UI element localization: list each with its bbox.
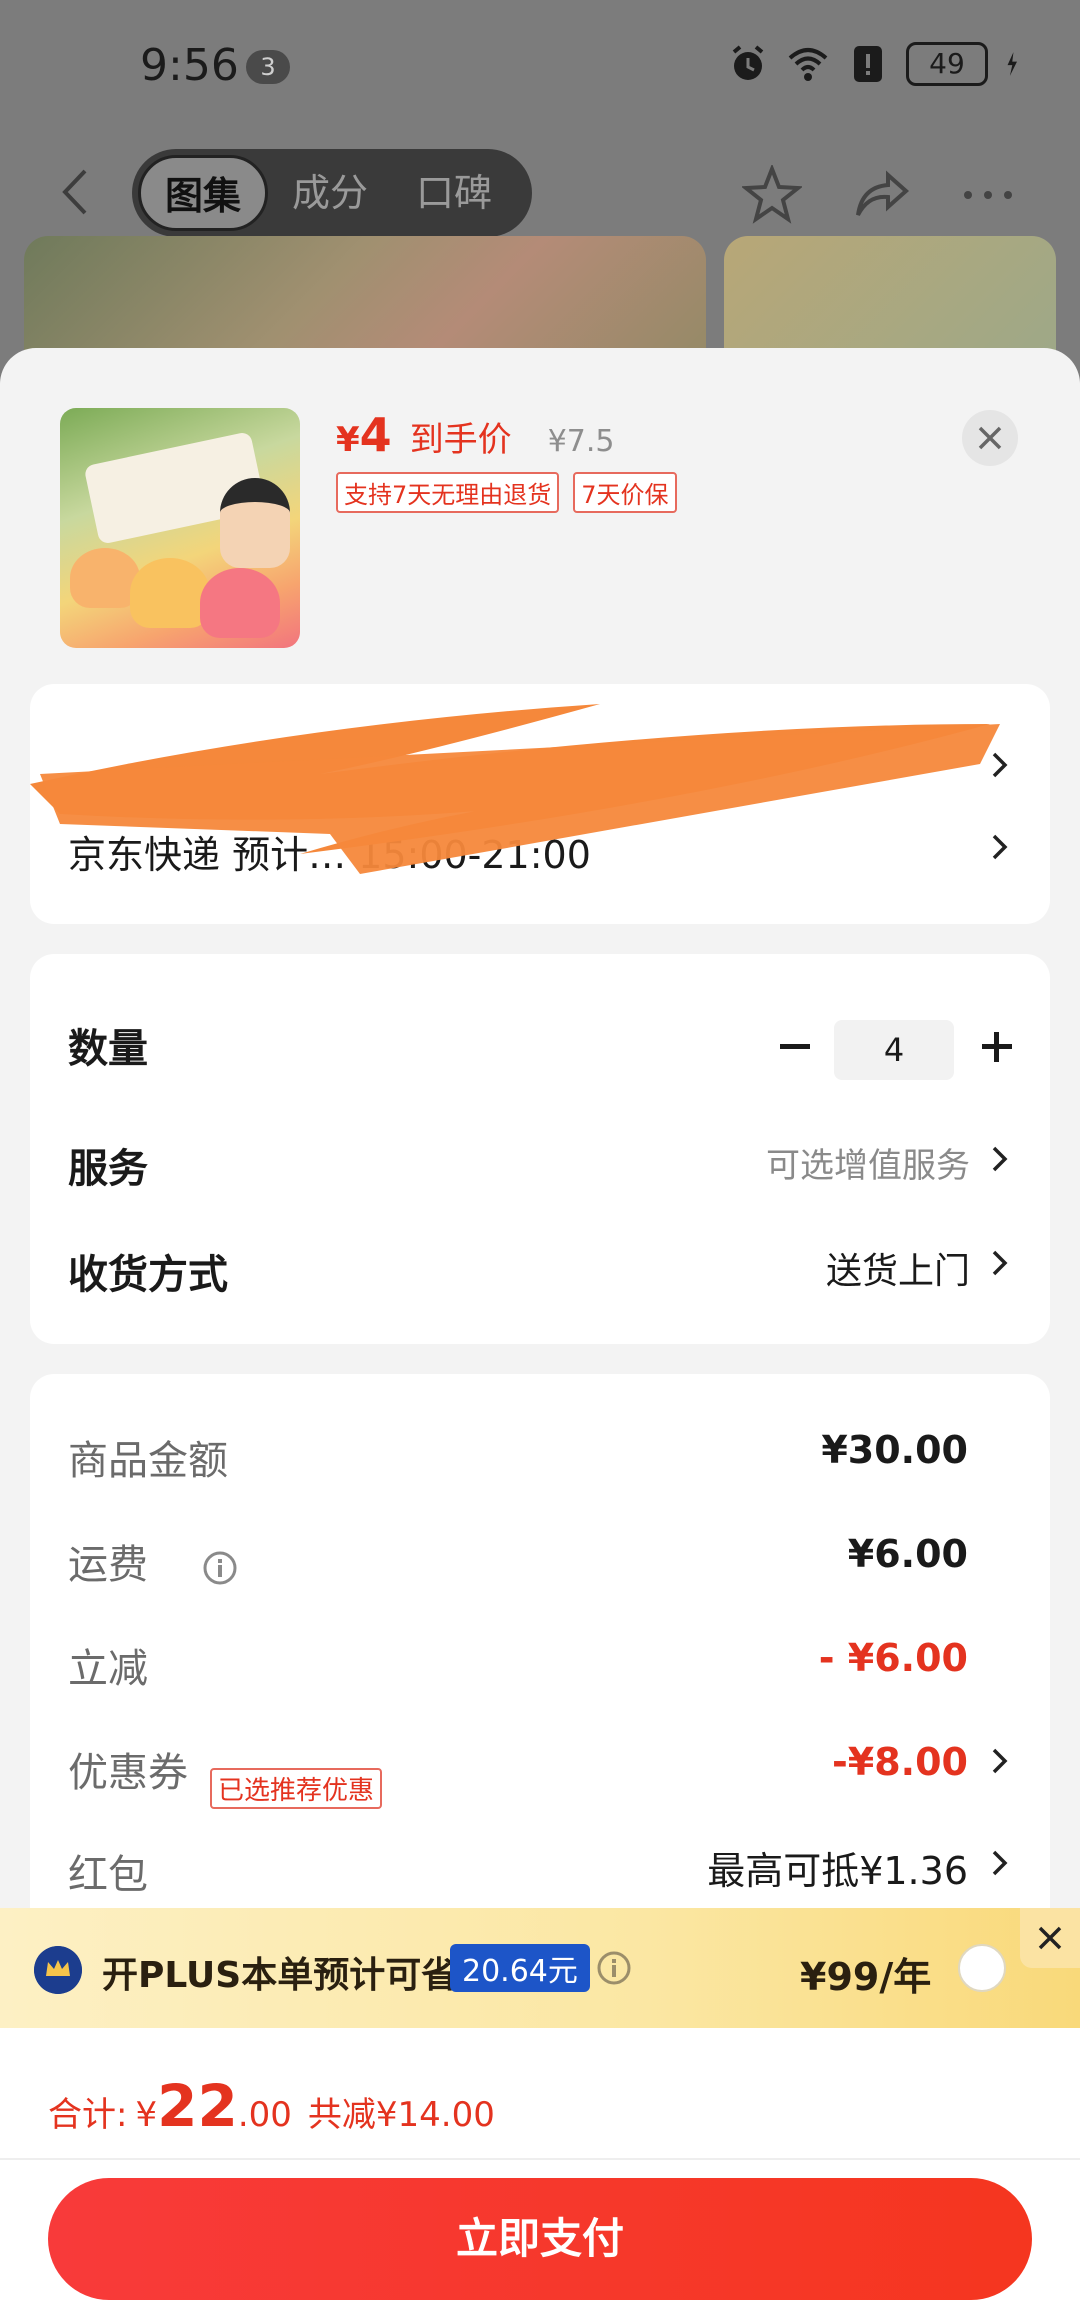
back-arrow-icon[interactable] [55, 167, 95, 217]
alert-icon [854, 46, 882, 82]
favorite-star-icon[interactable] [742, 165, 802, 225]
coupon-label: 优惠券 [68, 1750, 188, 1796]
price-protection-tag: 7天价保 [573, 472, 677, 513]
price-row: ¥4 到手价 ¥7.5 [336, 408, 614, 462]
status-bar: 9:56 3 49 [0, 0, 1080, 130]
coupon-value[interactable]: -¥8.00 [832, 1740, 968, 1784]
service-tags: 支持7天无理由退货 7天价保 [336, 472, 677, 513]
price-currency: ¥ [336, 420, 360, 460]
notification-badge: 3 [246, 50, 290, 84]
plus-promo-text: 开PLUS本单预计可省 [102, 1955, 458, 1996]
quantity-increase-button[interactable] [972, 1022, 1022, 1072]
total-row: 合计: ¥ 22 .00 共减¥14.00 [48, 2072, 495, 2140]
info-icon[interactable] [202, 1550, 238, 1586]
goods-amount-label: 商品金额 [68, 1438, 228, 1484]
goods-amount-value: ¥30.00 [821, 1428, 968, 1472]
product-nav-bar: 图集 成分 口碑 [0, 145, 1080, 240]
quantity-decrease-button[interactable] [770, 1022, 820, 1072]
alarm-icon [732, 45, 764, 80]
plus-close-button[interactable] [1020, 1908, 1080, 1968]
checkout-bar: 合计: ¥ 22 .00 共减¥14.00 立即支付 [0, 2028, 1080, 2310]
redaction-scribble [30, 704, 1000, 874]
chevron-right-icon[interactable] [990, 1248, 1010, 1278]
chevron-right-icon[interactable] [990, 1848, 1010, 1878]
pay-now-button[interactable]: 立即支付 [48, 2178, 1032, 2300]
plus-membership-banner[interactable]: 开PLUS本单预计可省 20.64元 ¥99/年 [0, 1908, 1080, 2028]
tab-reviews[interactable]: 口碑 [392, 155, 516, 231]
current-price: ¥4 [336, 408, 392, 462]
jelly-image [130, 558, 210, 628]
crown-icon [34, 1946, 82, 1994]
shipping-fee-value: ¥6.00 [847, 1532, 968, 1576]
mascot-image [220, 478, 290, 568]
delivery-method-label: 收货方式 [68, 1252, 228, 1298]
total-integer: 22 [157, 2072, 238, 2140]
quantity-input[interactable]: 4 [834, 1020, 954, 1080]
product-tabs: 图集 成分 口碑 [132, 149, 532, 237]
close-icon [978, 426, 1002, 450]
service-label: 服务 [68, 1146, 148, 1192]
instant-discount-value: - ¥6.00 [818, 1636, 968, 1680]
options-card: 数量 4 服务 可选增值服务 收货方式 送货上门 [30, 954, 1050, 1344]
plus-savings-badge: 20.64元 [450, 1944, 590, 1992]
tab-ingredients[interactable]: 成分 [268, 155, 392, 231]
price-summary-card: 商品金额 ¥30.00 运费 ¥6.00 立减 - ¥6.00 优惠券 已选推荐… [30, 1374, 1050, 1954]
price-label: 到手价 [409, 420, 512, 460]
tab-gallery[interactable]: 图集 [138, 155, 269, 231]
divider [0, 2158, 1080, 2160]
info-icon[interactable] [596, 1950, 632, 1986]
share-icon[interactable] [852, 165, 912, 225]
battery-indicator: 49 [906, 42, 988, 86]
total-saved: 共减¥14.00 [307, 2095, 495, 2135]
total-decimal: .00 [237, 2095, 292, 2135]
more-options-icon[interactable] [958, 165, 1018, 225]
quantity-label: 数量 [68, 1026, 148, 1072]
chevron-right-icon[interactable] [990, 1746, 1010, 1776]
red-packet-value[interactable]: 最高可抵¥1.36 [707, 1840, 968, 1895]
price-value: 4 [359, 408, 392, 462]
chevron-right-icon[interactable] [990, 1144, 1010, 1174]
delivery-method-value[interactable]: 送货上门 [826, 1242, 970, 1294]
close-button[interactable] [962, 410, 1018, 466]
red-packet-label: 红包 [68, 1852, 148, 1898]
product-header: ¥4 到手价 ¥7.5 支持7天无理由退货 7天价保 [0, 348, 1080, 678]
purchase-sheet: ¥4 到手价 ¥7.5 支持7天无理由退货 7天价保 京东快递 预计… 15:0… [0, 348, 1080, 2310]
wifi-icon [788, 48, 828, 81]
total-currency: ¥ [135, 2095, 158, 2135]
charging-icon [1007, 52, 1017, 76]
jelly-image [200, 568, 280, 638]
status-icons: 49 [726, 42, 1030, 86]
total-label: 合计: [48, 2095, 128, 2135]
address-card[interactable]: 京东快递 预计… 15:00-21:00 [30, 684, 1050, 924]
coupon-recommended-tag: 已选推荐优惠 [210, 1768, 383, 1809]
shipping-fee-label: 运费 [68, 1542, 148, 1588]
return-policy-tag: 支持7天无理由退货 [336, 472, 560, 513]
original-price: ¥7.5 [547, 424, 615, 459]
status-time: 9:56 [140, 40, 239, 91]
close-icon [1038, 1926, 1062, 1950]
plus-price: ¥99/年 [800, 1955, 932, 1999]
instant-discount-label: 立减 [68, 1646, 148, 1692]
product-thumbnail [60, 408, 300, 648]
service-value[interactable]: 可选增值服务 [766, 1138, 970, 1187]
plus-select-radio[interactable] [958, 1944, 1006, 1992]
